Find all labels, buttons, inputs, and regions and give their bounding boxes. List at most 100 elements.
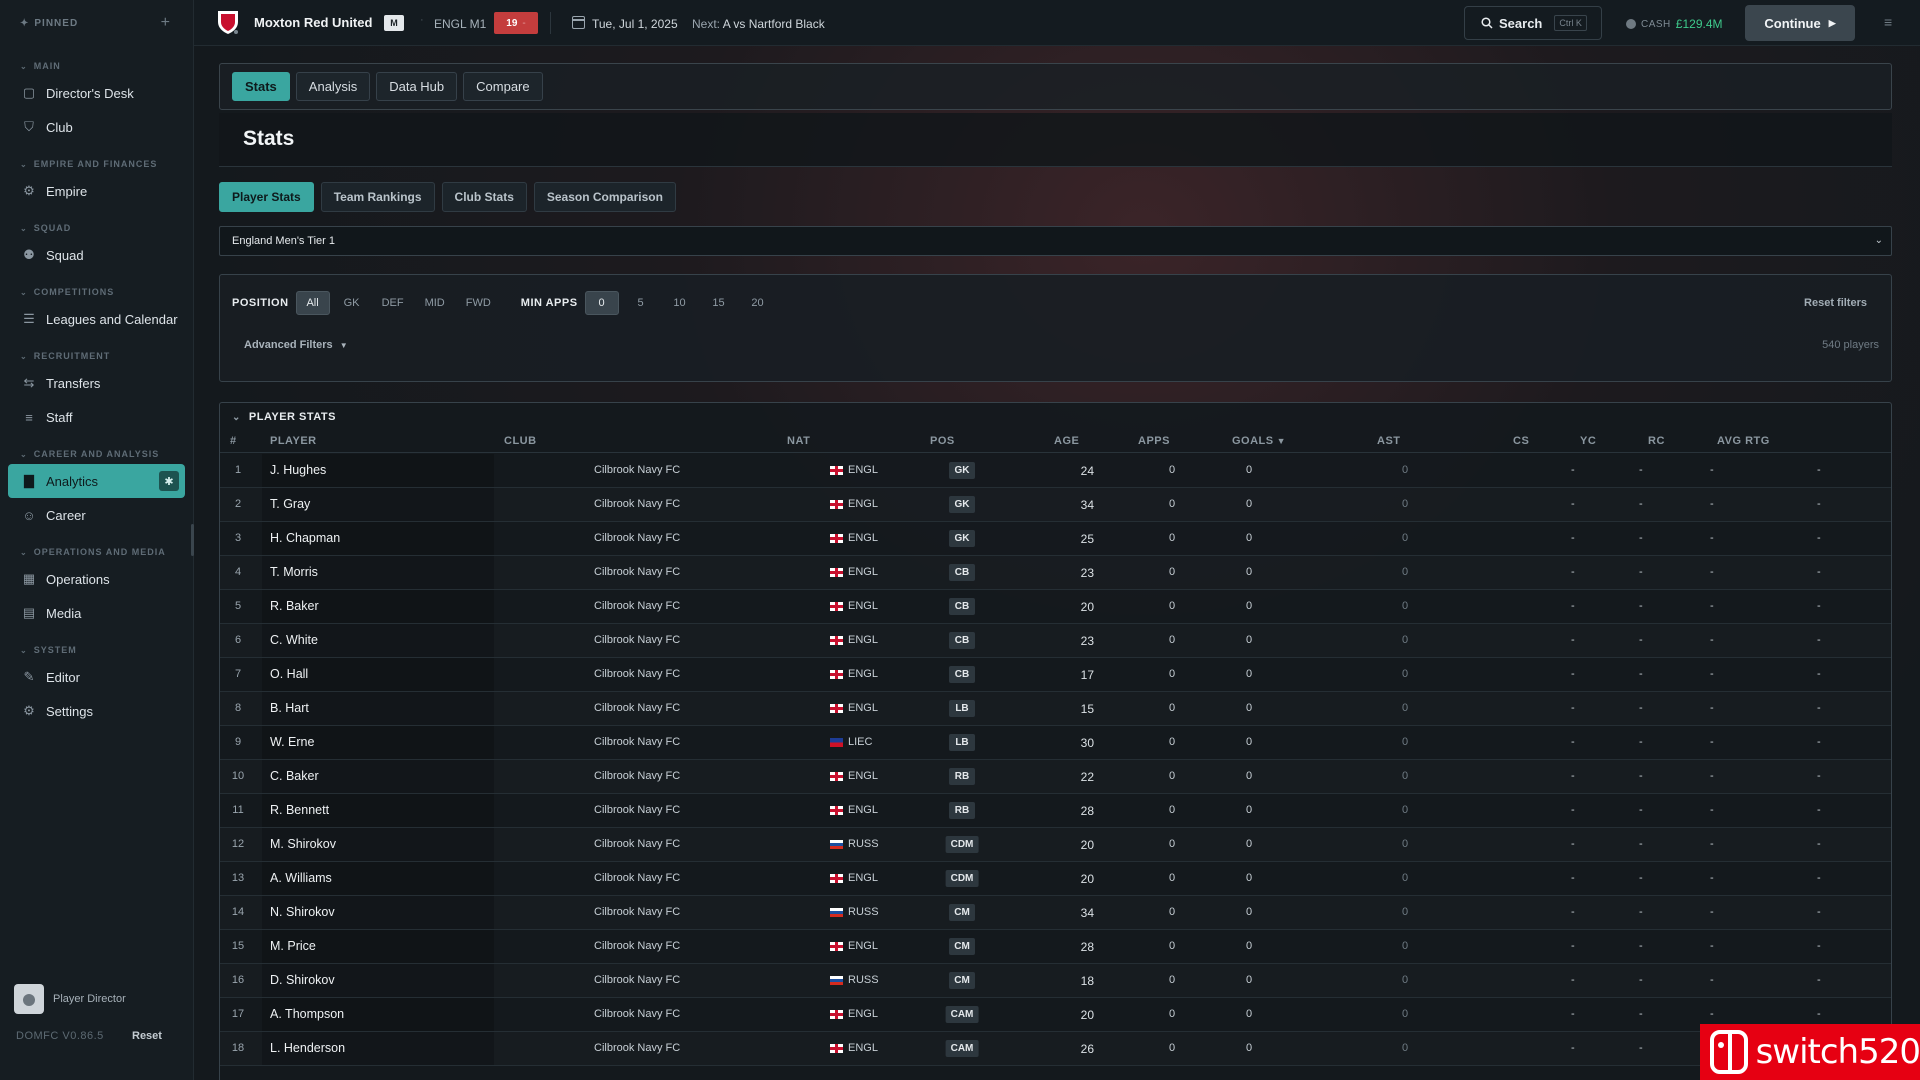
table-row[interactable]: 11 R. Bennett Cilbrook Navy FC ENGL RB 28 0 0 0 -… — [220, 794, 1891, 828]
sidebar-item-leagues-and-calendar[interactable]: ☰ Leagues and Calendar — [0, 302, 193, 336]
column-header-nat[interactable]: NAT — [787, 435, 810, 447]
column-header-age[interactable]: AGE — [1054, 435, 1079, 447]
table-row[interactable]: 5 R. Baker Cilbrook Navy FC ENGL CB 20 0 0 0 - - - - — [220, 590, 1891, 624]
player-name-link[interactable]: N. Shirokov — [270, 905, 335, 919]
club-name-cell[interactable]: Cilbrook Navy FC — [594, 736, 680, 748]
table-row[interactable]: 15 M. Price Cilbrook Navy FC ENGL CM 28 0 0 0 - - -… — [220, 930, 1891, 964]
column-header-club[interactable]: CLUB — [504, 435, 537, 447]
sidebar-section-header[interactable]: ⌄ MAIN — [0, 56, 193, 76]
club-name-cell[interactable]: Cilbrook Navy FC — [594, 906, 680, 918]
reset-filters-button[interactable]: Reset filters — [1804, 297, 1867, 309]
player-name-link[interactable]: J. Hughes — [270, 463, 326, 477]
player-name-link[interactable]: C. White — [270, 633, 318, 647]
tab-compare[interactable]: Compare — [463, 72, 543, 101]
player-name-link[interactable]: T. Gray — [270, 497, 310, 511]
table-row[interactable]: 6 C. White Cilbrook Navy FC ENGL CB 23 0 0 0 - - - - — [220, 624, 1891, 658]
league-select[interactable]: England Men's Tier 1 ⌄ — [219, 226, 1892, 256]
player-name-link[interactable]: R. Bennett — [270, 803, 329, 817]
table-row[interactable]: 17 A. Thompson Cilbrook Navy FC ENGL CAM 20 0 0… — [220, 998, 1891, 1032]
position-chip-fwd[interactable]: FWD — [458, 291, 499, 315]
player-name-link[interactable]: M. Price — [270, 939, 316, 953]
table-row[interactable]: 8 B. Hart Cilbrook Navy FC ENGL LB 15 0 0 0 - - - - — [220, 692, 1891, 726]
player-name-link[interactable]: D. Shirokov — [270, 973, 335, 987]
club-name-cell[interactable]: Cilbrook Navy FC — [594, 1008, 680, 1020]
table-row[interactable]: 2 T. Gray Cilbrook Navy FC ENGL GK 34 0 0 0 - - - - — [220, 488, 1891, 522]
search-button[interactable]: Search Ctrl K — [1464, 6, 1602, 40]
sidebar-item-editor[interactable]: ✎ Editor — [0, 660, 193, 694]
table-row[interactable]: 14 N. Shirokov Cilbrook Navy FC RUSS CM 34 0 0 0… — [220, 896, 1891, 930]
continue-button[interactable]: Continue ▶ — [1745, 5, 1855, 41]
position-chip-gk[interactable]: GK — [335, 291, 369, 315]
sidebar-item-club[interactable]: ⛉ Club — [0, 110, 193, 144]
pin-icon[interactable]: ✱ — [159, 471, 179, 491]
table-row[interactable]: 10 C. Baker Cilbrook Navy FC ENGL RB 22 0 0 0 - - -… — [220, 760, 1891, 794]
sidebar-item-settings[interactable]: ⚙ Settings — [0, 694, 193, 728]
sidebar-section-header[interactable]: ⌄ EMPIRE AND FINANCES — [0, 154, 193, 174]
sidebar-section-header[interactable]: ⌄ RECRUITMENT — [0, 346, 193, 366]
player-name-link[interactable]: A. Williams — [270, 871, 332, 885]
table-row[interactable]: 12 M. Shirokov Cilbrook Navy FC RUSS CDM 20 0 0… — [220, 828, 1891, 862]
tab-data-hub[interactable]: Data Hub — [376, 72, 458, 101]
menu-icon[interactable]: ≡ — [1884, 14, 1892, 30]
column-header-cs[interactable]: CS — [1513, 435, 1529, 447]
position-chip-mid[interactable]: MID — [417, 291, 453, 315]
user-profile[interactable]: Player Director — [14, 984, 126, 1014]
min-apps-chip-5[interactable]: 5 — [624, 291, 658, 315]
player-name-link[interactable]: W. Erne — [270, 735, 314, 749]
player-name-link[interactable]: T. Morris — [270, 565, 318, 579]
column-header-[interactable]: # — [230, 435, 237, 447]
sidebar-section-header[interactable]: ⌄ CAREER AND ANALYSIS — [0, 444, 193, 464]
club-name-cell[interactable]: Cilbrook Navy FC — [594, 804, 680, 816]
reset-button[interactable]: Reset — [132, 1030, 162, 1042]
sidebar-section-header[interactable]: ⌄ SYSTEM — [0, 640, 193, 660]
club-name[interactable]: Moxton Red United — [254, 15, 372, 30]
sidebar-section-header[interactable]: ⌄ OPERATIONS AND MEDIA — [0, 542, 193, 562]
position-chip-all[interactable]: All — [295, 291, 330, 315]
table-row[interactable]: 7 O. Hall Cilbrook Navy FC ENGL CB 17 0 0 0 - - - - — [220, 658, 1891, 692]
column-header-avg-rtg[interactable]: AVG RTG — [1717, 435, 1770, 447]
club-name-cell[interactable]: Cilbrook Navy FC — [594, 872, 680, 884]
player-name-link[interactable]: B. Hart — [270, 701, 309, 715]
add-pin-button[interactable]: + — [161, 14, 171, 32]
club-name-cell[interactable]: Cilbrook Navy FC — [594, 464, 680, 476]
sidebar-item-transfers[interactable]: ⇆ Transfers — [0, 366, 193, 400]
club-name-cell[interactable]: Cilbrook Navy FC — [594, 1042, 680, 1054]
column-header-rc[interactable]: RC — [1648, 435, 1665, 447]
column-header-yc[interactable]: YC — [1580, 435, 1596, 447]
sidebar-item-squad[interactable]: ⚉ Squad — [0, 238, 193, 272]
club-crest-icon[interactable] — [214, 8, 242, 36]
club-name-cell[interactable]: Cilbrook Navy FC — [594, 532, 680, 544]
sidebar-item-career[interactable]: ☺ Career — [0, 498, 193, 532]
column-header-apps[interactable]: APPS — [1138, 435, 1170, 447]
min-apps-chip-10[interactable]: 10 — [663, 291, 697, 315]
player-name-link[interactable]: C. Baker — [270, 769, 319, 783]
advanced-filters-toggle[interactable]: Advanced Filters ▼ — [244, 339, 348, 351]
min-apps-chip-15[interactable]: 15 — [702, 291, 736, 315]
table-row[interactable]: 3 H. Chapman Cilbrook Navy FC ENGL GK 25 0 0 0 - -… — [220, 522, 1891, 556]
subtab-player-stats[interactable]: Player Stats — [219, 182, 314, 212]
table-row[interactable]: 9 W. Erne Cilbrook Navy FC LIEC LB 30 0 0 0 - - - - — [220, 726, 1891, 760]
club-name-cell[interactable]: Cilbrook Navy FC — [594, 668, 680, 680]
position-chip-def[interactable]: DEF — [374, 291, 412, 315]
club-name-cell[interactable]: Cilbrook Navy FC — [594, 634, 680, 646]
club-name-cell[interactable]: Cilbrook Navy FC — [594, 940, 680, 952]
tab-stats[interactable]: Stats — [232, 72, 290, 101]
club-name-cell[interactable]: Cilbrook Navy FC — [594, 566, 680, 578]
table-row[interactable]: 1 J. Hughes Cilbrook Navy FC ENGL GK 24 0 0 0 - - -… — [220, 454, 1891, 488]
sidebar-item-director-s-desk[interactable]: ▢ Director's Desk — [0, 76, 193, 110]
table-row[interactable]: 16 D. Shirokov Cilbrook Navy FC RUSS CM 18 0 0 0… — [220, 964, 1891, 998]
club-name-cell[interactable]: Cilbrook Navy FC — [594, 838, 680, 850]
min-apps-chip-20[interactable]: 20 — [741, 291, 775, 315]
table-row[interactable]: 18 L. Henderson Cilbrook Navy FC ENGL CAM 26 0… — [220, 1032, 1891, 1066]
player-name-link[interactable]: R. Baker — [270, 599, 319, 613]
sidebar-item-staff[interactable]: ≡ Staff — [0, 400, 193, 434]
subtab-season-comparison[interactable]: Season Comparison — [533, 182, 676, 212]
column-header-player[interactable]: PLAYER — [270, 435, 317, 447]
sidebar-item-analytics[interactable]: ▇ Analytics ✱ — [8, 464, 185, 498]
sidebar-item-media[interactable]: ▤ Media — [0, 596, 193, 630]
tab-analysis[interactable]: Analysis — [295, 72, 371, 101]
min-apps-chip-0[interactable]: 0 — [584, 291, 619, 315]
player-name-link[interactable]: M. Shirokov — [270, 837, 336, 851]
table-row[interactable]: 13 A. Williams Cilbrook Navy FC ENGL CDM 20 0 0… — [220, 862, 1891, 896]
table-row[interactable]: 4 T. Morris Cilbrook Navy FC ENGL CB 23 0 0 0 - - -… — [220, 556, 1891, 590]
